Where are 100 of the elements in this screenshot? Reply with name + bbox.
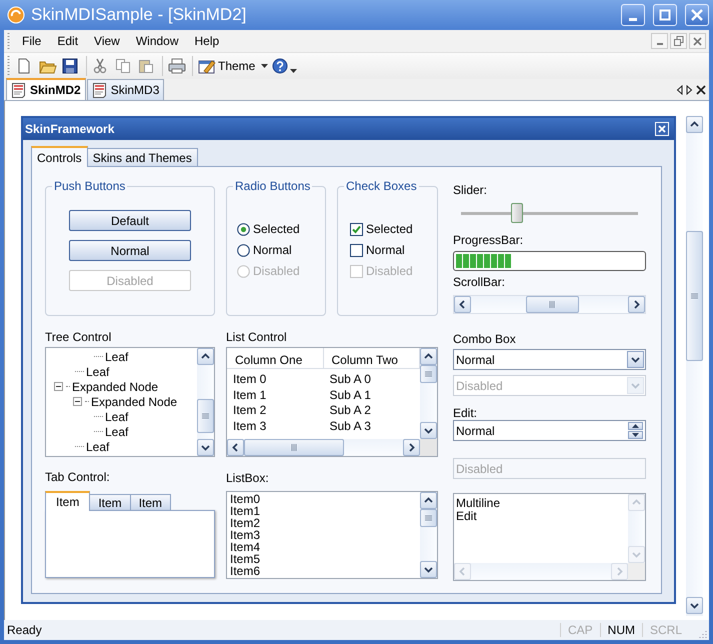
vertical-scrollbar[interactable] xyxy=(420,492,437,578)
menu-item[interactable]: Help xyxy=(186,34,228,48)
scroll-up-button[interactable] xyxy=(420,348,437,365)
document-tab[interactable]: SkinMD2 xyxy=(6,78,86,100)
scrollbar-label: ScrollBar: xyxy=(453,275,506,289)
vertical-scrollbar[interactable] xyxy=(686,116,703,614)
close-button[interactable] xyxy=(696,84,706,94)
tree-item[interactable]: Leaf xyxy=(105,424,128,438)
grip-icon xyxy=(7,32,10,50)
slider-thumb[interactable] xyxy=(510,203,522,223)
document-tab[interactable]: SkinMD3 xyxy=(86,79,164,100)
list-item[interactable]: Item1 xyxy=(230,505,420,517)
chevron-down-icon xyxy=(690,601,699,610)
vertical-scrollbar[interactable] xyxy=(420,348,437,439)
table-cell-text: Item 1 xyxy=(232,388,268,403)
scrollbar-thumb[interactable] xyxy=(244,439,344,456)
list-item[interactable]: Item4 xyxy=(230,541,420,553)
list-item[interactable]: Item0 xyxy=(230,493,420,505)
scroll-down-button[interactable] xyxy=(686,597,703,614)
window-icon xyxy=(198,58,216,74)
collapse-icon[interactable] xyxy=(73,397,82,406)
window-title: SkinMDISample - [SkinMD2] xyxy=(31,5,248,25)
scroll-down-button[interactable] xyxy=(420,422,437,439)
progress-bar-label: ProgressBar: xyxy=(453,233,524,247)
minimize-icon xyxy=(629,18,637,21)
scroll-up-button[interactable] xyxy=(686,116,703,133)
list-box-label: ListBox: xyxy=(226,471,270,485)
scroll-right-button[interactable] xyxy=(628,296,645,313)
spin-up-button[interactable] xyxy=(628,422,643,430)
chevron-left-icon xyxy=(458,300,467,309)
tree-item[interactable]: Leaf xyxy=(86,364,110,378)
tree-item[interactable]: Expanded Node xyxy=(72,380,158,394)
list-item[interactable]: Item2 xyxy=(230,517,420,529)
radio-option[interactable]: Normal xyxy=(237,243,321,257)
scroll-down-button[interactable] xyxy=(420,561,437,578)
scrollbar-corner xyxy=(628,563,645,580)
tab[interactable]: Skins and Themes xyxy=(86,148,198,166)
column-header[interactable]: Column One xyxy=(227,348,324,368)
scroll-up-button[interactable] xyxy=(197,348,214,365)
chevron-down-icon xyxy=(424,426,433,435)
vertical-scrollbar[interactable] xyxy=(197,348,214,456)
restore-icon xyxy=(674,36,684,46)
menu-item[interactable]: Window xyxy=(128,34,187,48)
scrollbar-thumb[interactable] xyxy=(420,509,437,527)
tree-item[interactable]: Expanded Node xyxy=(91,394,178,408)
spin-field[interactable]: Normal xyxy=(453,420,646,441)
scrollbar-thumb[interactable] xyxy=(686,231,703,361)
checkbox[interactable] xyxy=(350,222,363,236)
horizontal-scrollbar[interactable] xyxy=(454,296,645,313)
triangle-down-icon xyxy=(632,433,639,437)
menu-item[interactable]: File xyxy=(14,34,50,48)
theme-button[interactable]: Theme xyxy=(196,55,270,77)
scroll-left-button[interactable] xyxy=(676,84,683,94)
multiline-edit-field[interactable]: Multiline Edit xyxy=(453,493,646,581)
combo-box[interactable]: Normal xyxy=(453,349,646,370)
caret-icon xyxy=(290,68,298,72)
tab[interactable]: Item xyxy=(130,494,172,510)
list-item[interactable]: Item6 xyxy=(230,565,420,577)
checkbox-option[interactable]: Selected xyxy=(350,222,433,236)
menu-item[interactable]: View xyxy=(86,34,128,48)
tab[interactable]: Item xyxy=(89,494,131,510)
list-item[interactable]: Item3 xyxy=(230,529,420,541)
caret-icon xyxy=(261,64,268,68)
resize-grip-icon[interactable] xyxy=(697,628,707,638)
text-input[interactable]: Normal xyxy=(454,424,628,438)
menu-item[interactable]: Edit xyxy=(49,34,86,48)
tree-item[interactable]: Leaf xyxy=(105,410,128,424)
radio-button[interactable] xyxy=(237,222,250,236)
scrollbar-thumb[interactable] xyxy=(420,365,437,383)
chevron-left-icon xyxy=(231,443,240,452)
dropdown-button[interactable] xyxy=(627,351,644,368)
scroll-right-button[interactable] xyxy=(686,84,693,94)
minimize-button[interactable] xyxy=(651,33,668,49)
tree-item[interactable]: Leaf xyxy=(86,440,110,454)
scrollbar-thumb[interactable] xyxy=(526,296,579,313)
scroll-down-button[interactable] xyxy=(197,439,214,456)
scroll-left-button[interactable] xyxy=(454,296,471,313)
scroll-right-button[interactable] xyxy=(403,439,420,456)
tab[interactable]: Controls xyxy=(31,146,88,167)
group-title: Push Buttons xyxy=(53,179,126,193)
push-button[interactable]: Default xyxy=(69,210,191,231)
spin-down-button[interactable] xyxy=(628,431,643,439)
list-item[interactable]: Item5 xyxy=(230,553,420,565)
restore-button[interactable] xyxy=(670,33,687,49)
radio-option[interactable]: Selected xyxy=(237,222,321,236)
horizontal-scrollbar[interactable] xyxy=(227,439,420,456)
radio-button[interactable] xyxy=(237,244,250,256)
scroll-up-button[interactable] xyxy=(420,492,437,509)
checkbox[interactable] xyxy=(350,244,363,256)
scroll-left-button[interactable] xyxy=(227,439,244,456)
grip-icon xyxy=(549,301,556,308)
checkbox-option[interactable]: Normal xyxy=(350,243,433,257)
tree-item[interactable]: Leaf xyxy=(105,350,128,364)
collapse-icon[interactable] xyxy=(54,382,63,391)
maximize-button[interactable] xyxy=(653,4,677,26)
scrollbar-corner xyxy=(420,439,437,456)
scrollbar-thumb[interactable] xyxy=(197,399,214,433)
tab-control-label: Tab Control: xyxy=(45,470,111,484)
push-button[interactable]: Normal xyxy=(69,240,191,261)
tab[interactable]: Item xyxy=(45,491,90,511)
